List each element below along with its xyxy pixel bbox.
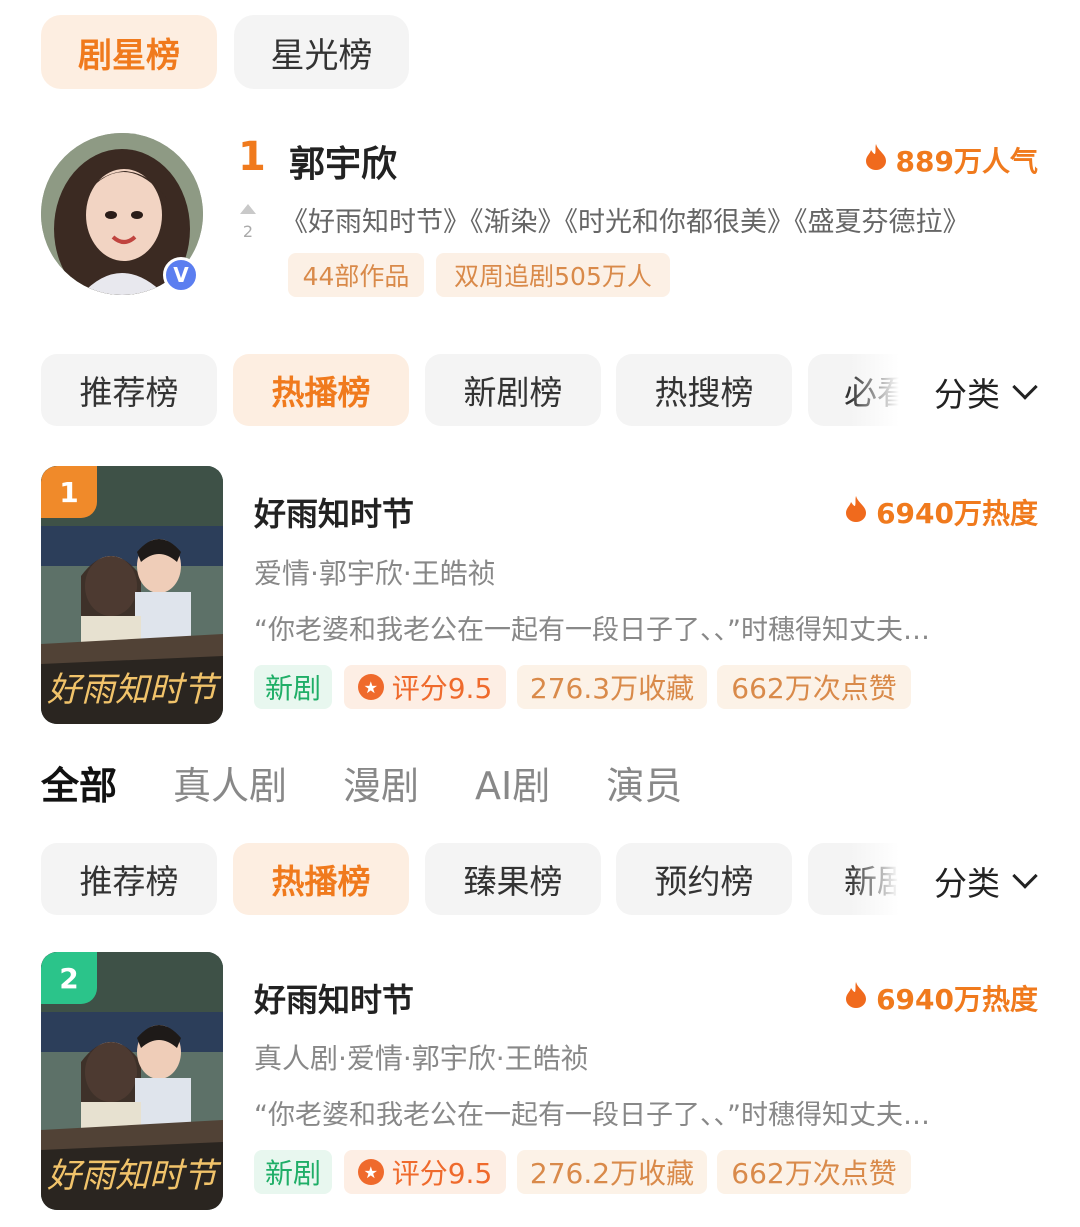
nav-ai-drama[interactable]: AI剧	[475, 755, 550, 810]
star-rank: 1	[238, 134, 266, 180]
score-badge: ★ 评分9.5	[344, 665, 506, 709]
star-popularity: 889万人气	[865, 140, 1038, 180]
chip-reservation[interactable]: 预约榜	[616, 843, 792, 915]
flame-icon	[846, 981, 867, 1015]
rank-badge: 1	[41, 466, 97, 518]
nav-live-action[interactable]: 真人剧	[173, 755, 287, 810]
chevron-down-icon	[1012, 863, 1038, 889]
flame-icon	[865, 143, 886, 177]
drama-tags: 爱情·郭宇欣·王皓祯	[254, 557, 496, 590]
new-drama-badge: 新剧	[254, 665, 332, 709]
nav-all[interactable]: 全部	[41, 755, 117, 810]
drama-poster[interactable]: 好雨知时节 2	[41, 952, 223, 1210]
score-value: 评分9.5	[391, 672, 493, 705]
score-badge: ★ 评分9.5	[344, 1150, 506, 1194]
drama-title[interactable]: 好雨知时节	[254, 489, 414, 535]
classify-label: 分类	[934, 864, 1000, 903]
chip-recommend[interactable]: 推荐榜	[41, 354, 217, 426]
svg-text:好雨知时节: 好雨知时节	[47, 670, 222, 710]
chip-recommend[interactable]: 推荐榜	[41, 843, 217, 915]
classify-dropdown[interactable]: 分类	[920, 368, 1038, 416]
drama-heat: 6940万热度	[846, 978, 1038, 1018]
classify-label: 分类	[934, 375, 1000, 414]
new-drama-badge: 新剧	[254, 1150, 332, 1194]
chip-new-drama[interactable]: 新剧榜	[425, 354, 601, 426]
tab-drama-star-rank[interactable]: 剧星榜	[41, 15, 217, 89]
verified-icon: V	[163, 257, 199, 293]
chip-zhenguo[interactable]: 臻果榜	[425, 843, 601, 915]
heat-value: 6940万热度	[876, 497, 1038, 530]
nav-actors[interactable]: 演员	[606, 755, 682, 810]
drama-poster[interactable]: 好雨知时节 1	[41, 466, 223, 724]
flame-icon	[846, 495, 867, 529]
likes-badge: 662万次点赞	[717, 665, 911, 709]
star-name[interactable]: 郭宇欣	[289, 135, 397, 187]
drama-heat: 6940万热度	[846, 492, 1038, 532]
star-icon: ★	[357, 674, 384, 700]
tab-starlight-rank[interactable]: 星光榜	[234, 15, 409, 89]
chip-hot-play[interactable]: 热播榜	[233, 843, 409, 915]
rank-change-indicator: 2	[240, 204, 256, 241]
likes-badge: 662万次点赞	[717, 1150, 911, 1194]
drama-description: “你老婆和我老公在一起有一段日子了、、”时穗得知丈夫…	[254, 615, 930, 646]
star-works-list: 《好雨知时节》《渐染》《时光和你都很美》《盛夏芬德拉》	[281, 207, 970, 238]
chip-hot-search[interactable]: 热搜榜	[616, 354, 792, 426]
rank-up-icon	[240, 204, 256, 214]
chip-hot-play[interactable]: 热播榜	[233, 354, 409, 426]
favorites-badge: 276.3万收藏	[517, 665, 707, 709]
content-type-nav: 全部 真人剧 漫剧 AI剧 演员	[41, 755, 738, 810]
nav-comic-drama[interactable]: 漫剧	[343, 755, 419, 810]
score-value: 评分9.5	[391, 1157, 493, 1190]
drama-description: “你老婆和我老公在一起有一段日子了、、”时穗得知丈夫…	[254, 1100, 930, 1131]
drama-title[interactable]: 好雨知时节	[254, 975, 414, 1021]
star-icon: ★	[357, 1159, 384, 1185]
works-count-badge: 44部作品	[288, 253, 424, 297]
classify-dropdown[interactable]: 分类	[920, 857, 1038, 905]
popularity-value: 889万人气	[895, 145, 1038, 178]
chevron-down-icon	[1012, 374, 1038, 400]
previous-rank: 2	[242, 222, 254, 241]
svg-text:好雨知时节: 好雨知时节	[47, 1156, 222, 1196]
favorites-badge: 276.2万收藏	[517, 1150, 707, 1194]
rank-badge: 2	[41, 952, 97, 1004]
heat-value: 6940万热度	[876, 983, 1038, 1016]
follow-count-badge: 双周追剧505万人	[436, 253, 670, 297]
drama-tags: 真人剧·爱情·郭宇欣·王皓祯	[254, 1042, 589, 1075]
